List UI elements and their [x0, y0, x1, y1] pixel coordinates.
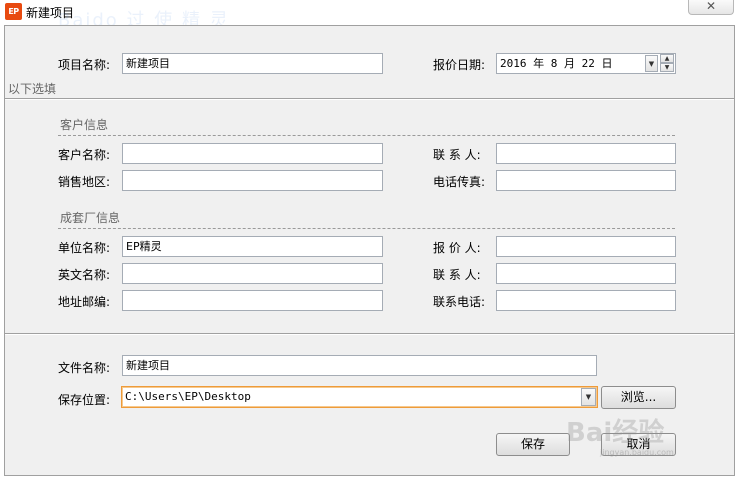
new-project-dialog: EP 新建项目 Baido 过 使 精 灵 ✕ 项目名称: 新建项目 报价日期:… — [0, 0, 739, 480]
project-name-input[interactable]: 新建项目 — [122, 53, 383, 74]
divider — [5, 98, 734, 100]
manufacturer-contact-label: 联 系 人: — [433, 268, 481, 282]
customer-name-label: 客户名称: — [58, 148, 111, 162]
quote-date-label: 报价日期: — [433, 58, 486, 72]
save-location-label: 保存位置: — [58, 393, 111, 407]
browse-button[interactable]: 浏览... — [601, 386, 676, 409]
phone-fax-input[interactable] — [496, 170, 676, 191]
project-name-label: 项目名称: — [58, 58, 111, 72]
section-divider — [58, 135, 675, 136]
divider — [5, 333, 734, 335]
close-button[interactable]: ✕ — [688, 0, 734, 15]
file-name-label: 文件名称: — [58, 361, 111, 375]
company-name-label: 单位名称: — [58, 241, 111, 255]
baidu-watermark-url: jingyan.baidu.com — [600, 448, 674, 457]
english-name-input[interactable] — [122, 263, 383, 284]
phone-fax-label: 电话传真: — [433, 175, 486, 189]
save-button[interactable]: 保存 — [496, 433, 570, 456]
company-name-input[interactable]: EP精灵 — [122, 236, 383, 257]
sales-region-input[interactable] — [122, 170, 383, 191]
title-bar: EP 新建项目 Baido 过 使 精 灵 ✕ — [0, 0, 739, 31]
baidu-watermark-logo: Bai经验 — [566, 418, 665, 448]
address-postcode-input[interactable] — [122, 290, 383, 311]
manufacturer-contact-input[interactable] — [496, 263, 676, 284]
section-divider — [58, 228, 675, 229]
english-name-label: 英文名称: — [58, 268, 111, 282]
optional-section-label: 以下选填 — [8, 82, 57, 96]
contact-phone-input[interactable] — [496, 290, 676, 311]
spin-down-icon[interactable]: ▼ — [660, 63, 674, 72]
address-postcode-label: 地址邮编: — [58, 295, 111, 309]
quote-date-value: 2016 年 8 月 22 日 — [500, 57, 613, 70]
quoter-label: 报 价 人: — [433, 241, 481, 255]
date-dropdown-icon[interactable]: ▼ — [645, 55, 658, 72]
quoter-input[interactable] — [496, 236, 676, 257]
spin-up-icon[interactable]: ▲ — [660, 54, 674, 63]
contact-phone-label: 联系电话: — [433, 295, 486, 309]
manufacturer-section-title: 成套厂信息 — [60, 211, 121, 225]
customer-contact-input[interactable] — [496, 143, 676, 164]
customer-name-input[interactable] — [122, 143, 383, 164]
save-location-combobox[interactable]: C:\Users\EP\Desktop ▼ — [121, 386, 598, 408]
save-location-value: C:\Users\EP\Desktop — [125, 390, 251, 403]
sales-region-label: 销售地区: — [58, 175, 111, 189]
app-logo-icon: EP — [5, 3, 22, 20]
quote-date-picker[interactable]: 2016 年 8 月 22 日 ▼ ▲ ▼ — [496, 53, 676, 74]
chevron-down-icon[interactable]: ▼ — [581, 388, 596, 406]
customer-contact-label: 联 系 人: — [433, 148, 481, 162]
file-name-input[interactable]: 新建项目 — [122, 355, 597, 376]
dialog-body: 项目名称: 新建项目 报价日期: 2016 年 8 月 22 日 ▼ ▲ ▼ 以… — [4, 25, 735, 476]
customer-section-title: 客户信息 — [60, 118, 109, 132]
